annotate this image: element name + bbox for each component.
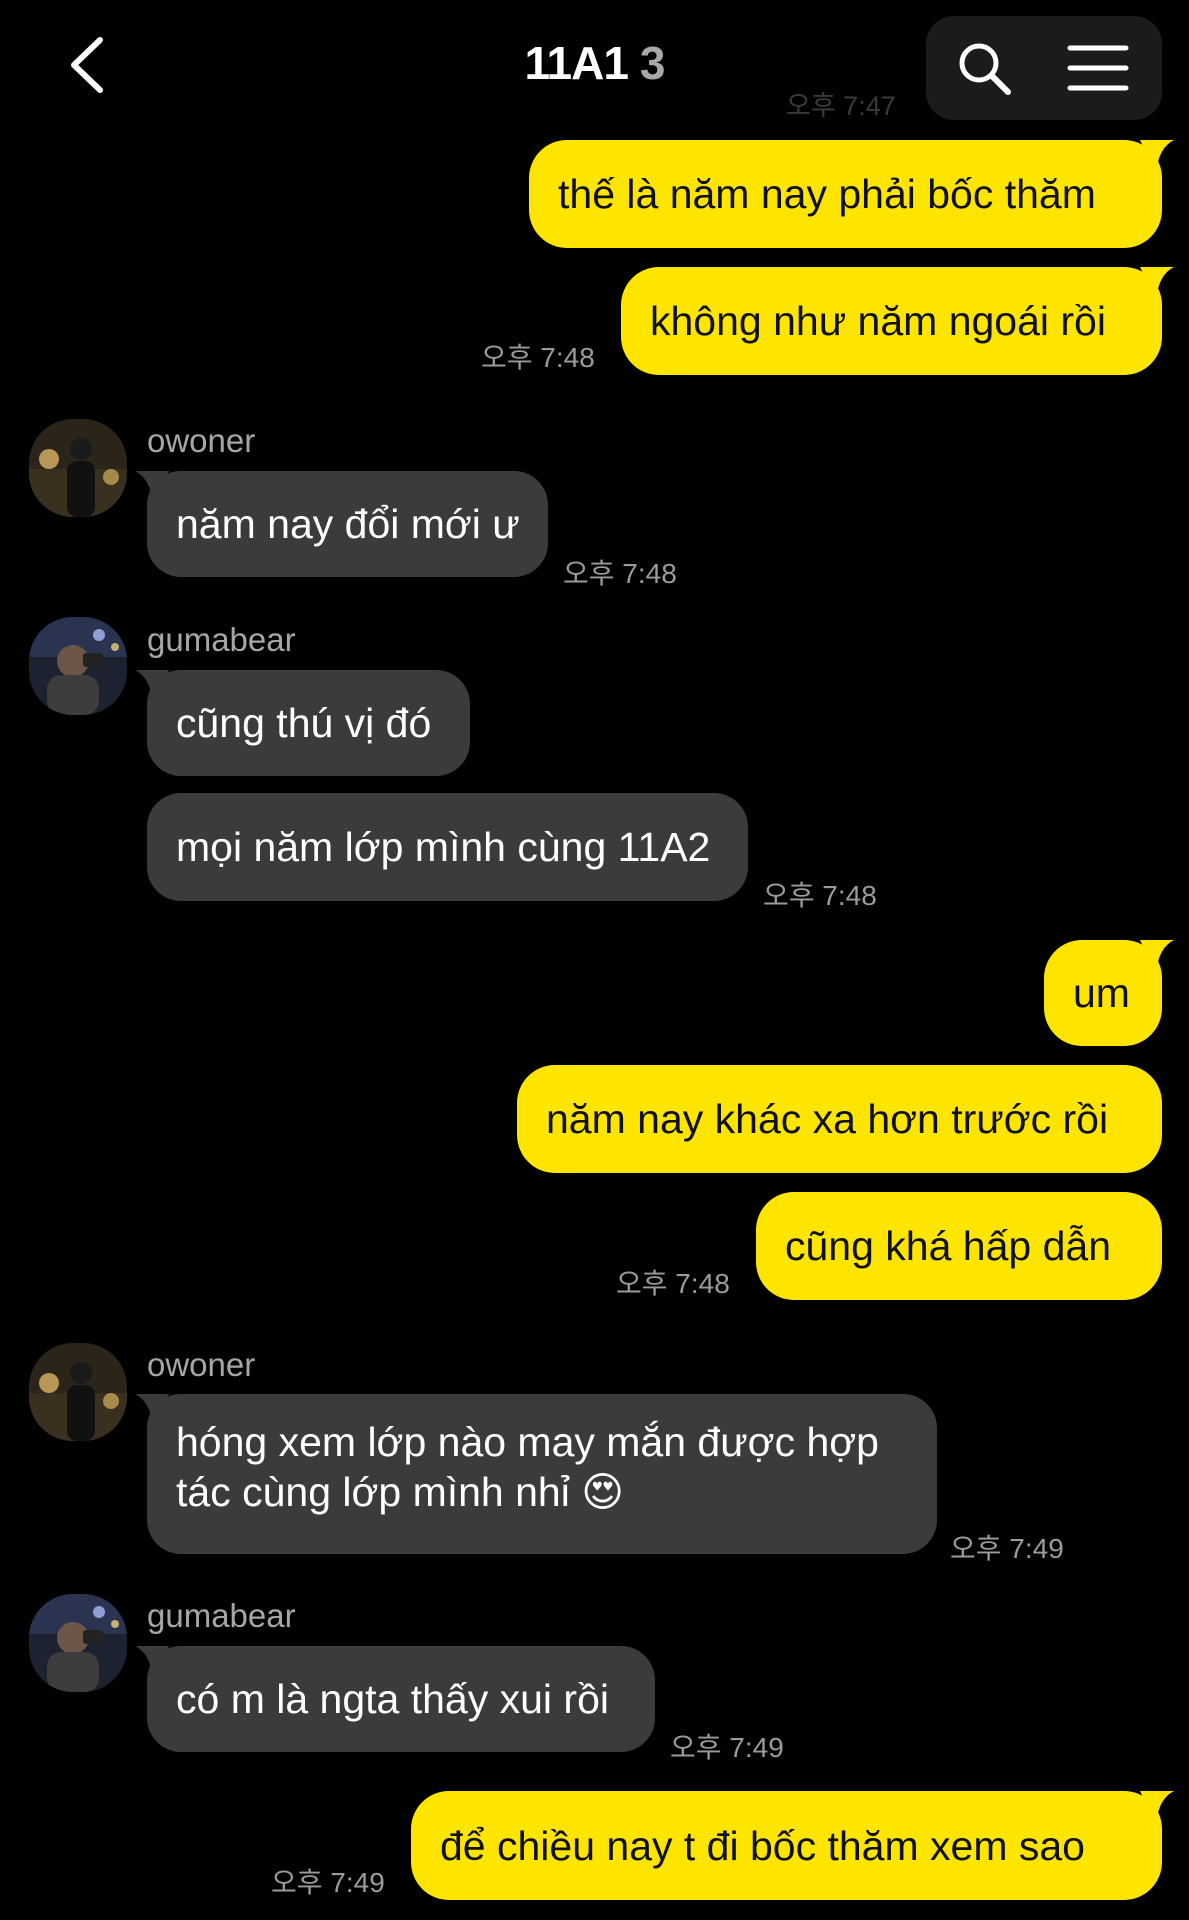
incoming-message[interactable]: cũng thú vị đó (135, 670, 470, 776)
message-text: năm nay đổi mới ư (176, 501, 520, 547)
outgoing-message[interactable]: để chiều nay t đi bốc thăm xem sao (411, 1791, 1174, 1900)
chat-header: 11A1 3 (0, 0, 1189, 130)
avatar-image (29, 1343, 127, 1441)
message-time: 오후 7:49 (271, 1867, 385, 1898)
chat-name: 11A1 (524, 37, 628, 89)
message-time: 오후 7:49 (670, 1732, 784, 1763)
message-time: 오후 7:48 (481, 342, 595, 373)
bubble-tail (135, 1646, 169, 1680)
incoming-message[interactable]: mọi năm lớp mình cùng 11A2 (147, 793, 748, 901)
bubble-tail (1140, 940, 1174, 974)
message-text: để chiều nay t đi bốc thăm xem sao (440, 1822, 1085, 1869)
incoming-message[interactable]: hóng xem lớp nào may mắn được hợp tác cù… (135, 1394, 937, 1554)
message-time: 오후 7:48 (616, 1268, 730, 1299)
message-text: thế là năm nay phải bốc thăm (558, 171, 1096, 217)
menu-button[interactable] (1066, 36, 1130, 100)
message-text: năm nay khác xa hơn trước rồi (546, 1096, 1109, 1142)
bubble-tail (1140, 267, 1174, 301)
sender-name: gumabear (147, 621, 296, 658)
incoming-message[interactable]: năm nay đổi mới ư (135, 471, 548, 577)
bubble-tail (1140, 140, 1174, 174)
message-text: không như năm ngoái rồi (650, 298, 1106, 344)
member-count: 3 (639, 37, 666, 89)
outgoing-message[interactable]: cũng khá hấp dẫn (756, 1192, 1162, 1300)
outgoing-message[interactable]: không như năm ngoái rồi (621, 267, 1174, 375)
avatar-owoner[interactable] (29, 1343, 127, 1441)
search-button[interactable] (952, 36, 1016, 100)
message-text: mọi năm lớp mình cùng 11A2 (176, 824, 711, 870)
menu-icon (1067, 45, 1129, 91)
bubble-tail (135, 471, 169, 505)
message-text: có m là ngta thấy xui rồi (176, 1676, 609, 1722)
sender-name: owoner (147, 422, 256, 459)
header-actions (926, 16, 1162, 120)
outgoing-message[interactable]: thế là năm nay phải bốc thăm (529, 140, 1174, 248)
sender-name: gumabear (147, 1597, 296, 1634)
avatar-image (29, 419, 127, 517)
message-text: um (1073, 970, 1130, 1016)
bubble-tail (135, 670, 169, 704)
search-icon (959, 43, 1011, 95)
bubble-tail (1140, 1791, 1174, 1825)
avatar-owoner[interactable] (29, 419, 127, 517)
message-text: cũng khá hấp dẫn (785, 1223, 1111, 1269)
sender-name: owoner (147, 1346, 256, 1383)
outgoing-message[interactable]: um (1044, 940, 1174, 1046)
avatar-gumabear[interactable] (29, 617, 127, 715)
message-time: 오후 7:48 (563, 558, 677, 589)
incoming-message[interactable]: có m là ngta thấy xui rồi (135, 1646, 655, 1752)
message-time: 오후 7:48 (763, 880, 877, 911)
message-text: hóng xem lớp nào may mắn được hợp tác cù… (176, 1419, 879, 1515)
message-text: cũng thú vị đó (176, 700, 432, 746)
avatar-gumabear[interactable] (29, 1594, 127, 1692)
outgoing-message[interactable]: năm nay khác xa hơn trước rồi (517, 1065, 1162, 1173)
message-time: 오후 7:49 (950, 1533, 1064, 1564)
avatar-image (29, 617, 127, 715)
bubble-tail (135, 1394, 169, 1428)
avatar-image (29, 1594, 127, 1692)
